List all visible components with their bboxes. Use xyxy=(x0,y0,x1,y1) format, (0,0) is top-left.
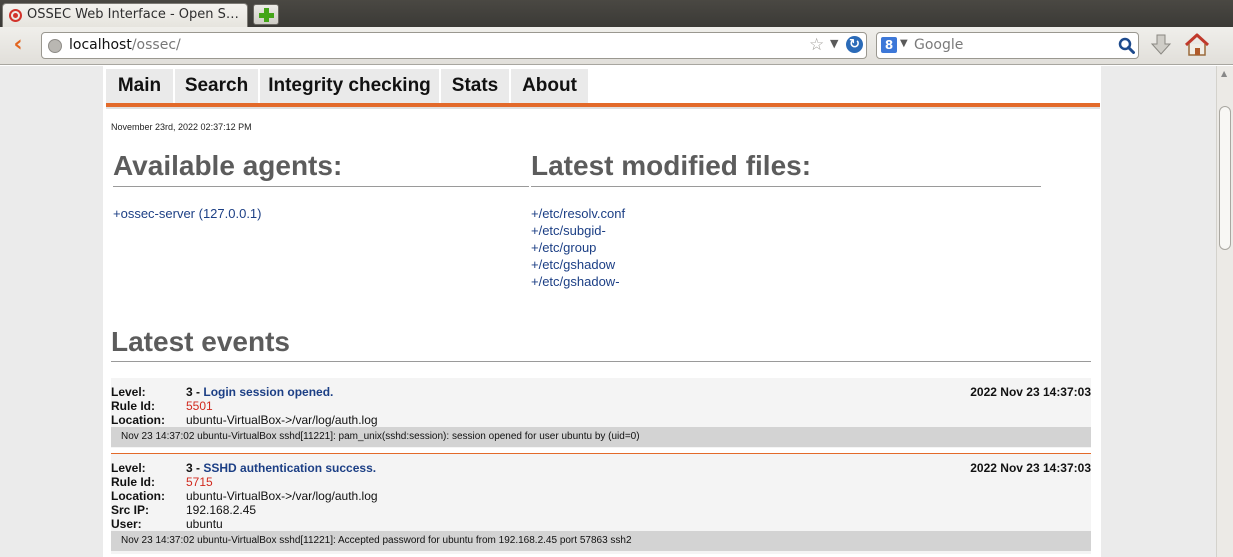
files-heading: Latest modified files: xyxy=(531,150,812,181)
file-link[interactable]: +/etc/group xyxy=(531,240,625,257)
globe-icon xyxy=(48,39,62,53)
tab-title: OSSEC Web Interface - Open S… xyxy=(27,7,239,22)
location-label: Location: xyxy=(111,413,165,427)
magnifier-icon[interactable] xyxy=(1118,37,1135,54)
vertical-scrollbar[interactable]: ▲ xyxy=(1216,66,1233,557)
event-entry: Level: 3 - Login session opened. 2022 No… xyxy=(111,378,1091,448)
menu-item-search[interactable]: Search xyxy=(175,69,258,103)
event-date: 2022 Nov 23 14:37:03 xyxy=(970,461,1091,475)
agents-heading-rule xyxy=(113,186,529,187)
menu-item-integrity-checking[interactable]: Integrity checking xyxy=(260,69,439,103)
user-value: ubuntu xyxy=(186,517,223,531)
level-value: 3 - Login session opened. xyxy=(186,385,334,399)
browser-nav-bar: ‹ localhost/ossec/ ☆ ▼ ↻ 8 ▼ Google xyxy=(0,27,1233,65)
scroll-thumb[interactable] xyxy=(1219,106,1231,250)
scroll-up-arrow-icon[interactable]: ▲ xyxy=(1221,69,1227,78)
menu-divider xyxy=(106,107,1100,109)
event-entry: Level: 3 - SSHD authentication success. … xyxy=(111,454,1091,554)
url-history-dropdown-icon[interactable]: ▼ xyxy=(830,37,838,50)
reload-icon[interactable]: ↻ xyxy=(846,36,863,53)
url-text[interactable]: localhost/ossec/ xyxy=(69,37,181,53)
modified-files-list: +/etc/resolv.conf +/etc/subgid- +/etc/gr… xyxy=(531,206,625,291)
download-arrow-icon[interactable] xyxy=(1150,33,1172,57)
event-log-line: Nov 23 14:37:02 ubuntu-VirtualBox sshd[1… xyxy=(111,531,1091,551)
rule-id-label: Rule Id: xyxy=(111,475,155,489)
ossec-favicon-icon xyxy=(9,9,22,22)
page-viewport: Main Search Integrity checking Stats Abo… xyxy=(0,66,1216,557)
src-ip-value: 192.168.2.45 xyxy=(186,503,257,517)
menu-item-about[interactable]: About xyxy=(511,69,588,103)
file-link[interactable]: +/etc/gshadow xyxy=(531,257,625,274)
events-heading-rule xyxy=(111,361,1091,362)
file-link[interactable]: +/etc/subgid- xyxy=(531,223,625,240)
level-label: Level: xyxy=(111,461,146,475)
menu-item-main[interactable]: Main xyxy=(106,69,173,103)
back-arrow-icon[interactable]: ‹ xyxy=(8,34,28,56)
location-value: ubuntu-VirtualBox->/var/log/auth.log xyxy=(186,413,378,427)
user-label: User: xyxy=(111,517,142,531)
new-tab-button[interactable] xyxy=(253,4,279,25)
file-link[interactable]: +/etc/resolv.conf xyxy=(531,206,625,223)
rule-id-value[interactable]: 5501 xyxy=(186,399,213,413)
file-link[interactable]: +/etc/gshadow- xyxy=(531,274,625,291)
level-label: Level: xyxy=(111,385,146,399)
event-date: 2022 Nov 23 14:37:03 xyxy=(970,385,1091,399)
ossec-page: Main Search Integrity checking Stats Abo… xyxy=(103,66,1101,557)
engine-dropdown-icon[interactable]: ▼ xyxy=(900,38,908,49)
search-bar[interactable]: 8 ▼ Google xyxy=(876,32,1139,59)
url-bar[interactable]: localhost/ossec/ ☆ ▼ ↻ xyxy=(41,32,867,59)
agents-heading: Available agents: xyxy=(113,150,343,181)
rule-id-value[interactable]: 5715 xyxy=(186,475,213,489)
google-engine-icon[interactable]: 8 xyxy=(881,37,897,53)
browser-tab[interactable]: OSSEC Web Interface - Open S… xyxy=(2,3,248,27)
src-ip-label: Src IP: xyxy=(111,503,150,517)
home-icon[interactable] xyxy=(1184,33,1210,57)
agent-link[interactable]: +ossec-server (127.0.0.1) xyxy=(113,206,261,221)
events-heading: Latest events xyxy=(111,326,290,357)
event-log-line: Nov 23 14:37:02 ubuntu-VirtualBox sshd[1… xyxy=(111,427,1091,447)
bookmark-star-icon[interactable]: ☆ xyxy=(809,35,824,55)
current-date: November 23rd, 2022 02:37:12 PM xyxy=(111,122,252,132)
event-description-link[interactable]: SSHD authentication success. xyxy=(203,461,376,475)
event-description-link[interactable]: Login session opened. xyxy=(203,385,333,399)
location-value: ubuntu-VirtualBox->/var/log/auth.log xyxy=(186,489,378,503)
menu-item-stats[interactable]: Stats xyxy=(441,69,509,103)
level-value: 3 - SSHD authentication success. xyxy=(186,461,377,475)
location-label: Location: xyxy=(111,489,165,503)
search-placeholder[interactable]: Google xyxy=(914,37,963,53)
browser-tab-bar: OSSEC Web Interface - Open S… xyxy=(0,0,1233,27)
rule-id-label: Rule Id: xyxy=(111,399,155,413)
files-heading-rule xyxy=(531,186,1041,187)
